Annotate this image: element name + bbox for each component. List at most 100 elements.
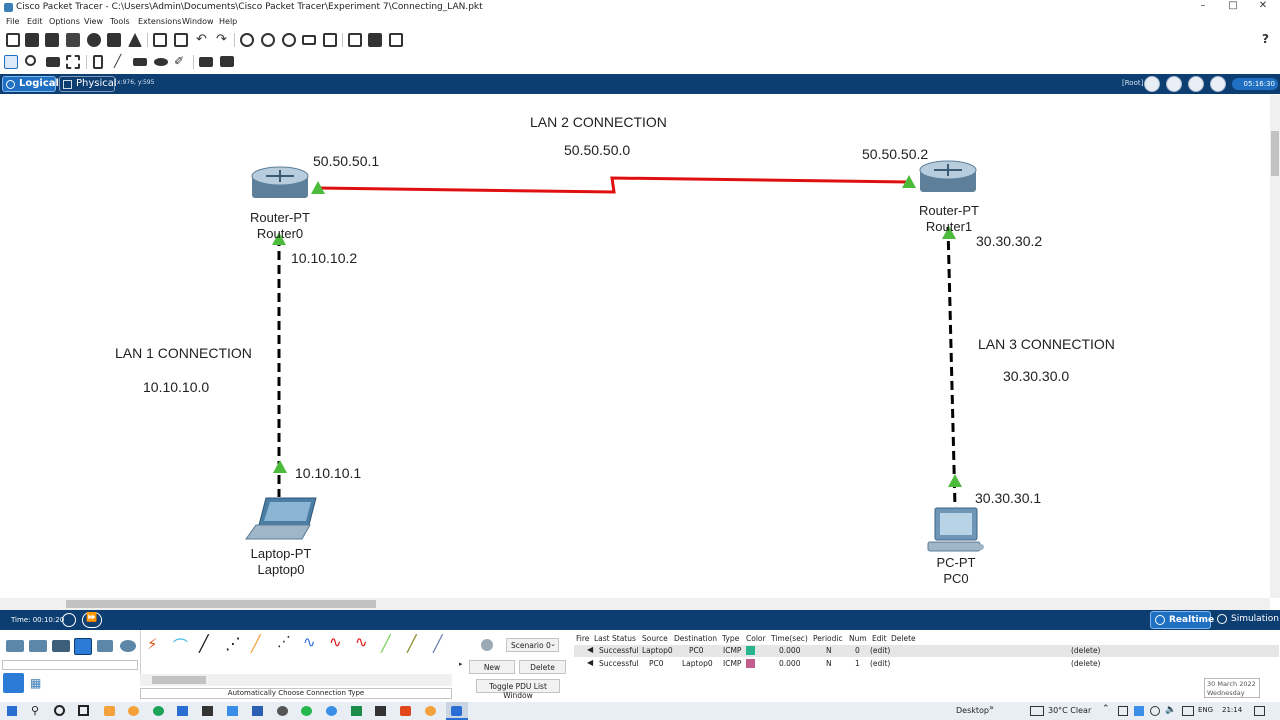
menu-edit[interactable]: Edit [27, 17, 43, 26]
pc0-icon[interactable] [927, 507, 984, 552]
new-scenario-button[interactable]: New [469, 660, 515, 674]
table-row[interactable]: ◀ Successful Laptop0 PC0 ICMP 0.000 N 0 … [574, 645, 1279, 657]
router1-icon[interactable] [919, 160, 977, 192]
search-icon[interactable]: ⚲ [31, 704, 39, 717]
laptop0-icon[interactable] [245, 497, 317, 540]
inspect-tool-icon[interactable] [25, 55, 36, 66]
notifications-icon[interactable] [1254, 706, 1265, 716]
tab-physical[interactable]: Physical [59, 76, 117, 92]
minimize-button[interactable]: – [1188, 0, 1218, 16]
tray-icon-2[interactable] [1134, 706, 1144, 716]
iot-custom-cable-icon[interactable]: ╱ [407, 634, 417, 653]
simulation-mode-button[interactable]: Simulation [1213, 611, 1279, 629]
power-cycle-icon[interactable] [62, 613, 76, 627]
scenario-info-icon[interactable] [481, 639, 493, 651]
console-cable-icon[interactable]: ⌒ [173, 635, 188, 656]
draw-line-icon[interactable]: ╱ [114, 54, 121, 68]
packet-tracer-taskbar-button[interactable] [446, 702, 468, 720]
add-simple-pdu-icon[interactable] [199, 57, 213, 67]
chrome-icon[interactable] [153, 706, 164, 716]
delete-tool-icon[interactable] [46, 57, 60, 67]
app-icon-6[interactable] [326, 706, 337, 716]
print-icon[interactable] [66, 33, 80, 47]
file-explorer-icon[interactable] [177, 706, 188, 716]
network-info-icon[interactable] [368, 33, 382, 47]
zoom-in-icon[interactable] [240, 33, 254, 47]
tab-logical[interactable]: Logical [2, 76, 59, 92]
vertical-scroll-thumb[interactable] [1271, 131, 1279, 176]
save-icon[interactable] [45, 33, 59, 47]
taskbar-clock[interactable]: 21:14 [1222, 706, 1242, 714]
pdu-edit-link[interactable]: (edit) [870, 659, 890, 668]
menu-tools[interactable]: Tools [110, 17, 130, 26]
router1-label[interactable]: Router-PT Router1 [909, 203, 989, 235]
serial-link-r0-r1[interactable] [317, 176, 911, 194]
zoom-reset-icon[interactable] [261, 33, 275, 47]
menu-file[interactable]: File [6, 17, 19, 26]
whatsapp-icon[interactable] [301, 706, 312, 716]
connection-scroll-thumb[interactable] [152, 676, 206, 684]
paste-icon[interactable] [174, 33, 188, 47]
back-icon[interactable] [1144, 76, 1160, 92]
pc0-label[interactable]: PC-PT PC0 [916, 555, 996, 587]
copy-icon[interactable] [153, 33, 167, 47]
desktop-chevron-icon[interactable]: » [989, 703, 994, 712]
maximize-button[interactable]: □ [1218, 0, 1248, 16]
close-button[interactable]: ✕ [1248, 0, 1278, 16]
copper-cross-over-icon[interactable]: ⋰ [225, 634, 241, 653]
activity-wizard-icon[interactable] [128, 33, 142, 47]
connections-subcategory-icon[interactable] [3, 673, 24, 693]
add-complex-pdu-icon[interactable] [220, 56, 234, 67]
place-note-icon[interactable] [93, 55, 103, 69]
app-icon-1[interactable] [104, 706, 115, 716]
weather-text[interactable]: 30°C Clear [1048, 706, 1091, 715]
task-view-icon[interactable] [78, 705, 89, 716]
cloud-cluster-icon[interactable] [1166, 76, 1182, 92]
app-icon-4[interactable] [227, 706, 238, 716]
zoom-out-icon[interactable] [282, 33, 296, 47]
app-icon-5[interactable] [277, 706, 288, 716]
open-folder-icon[interactable] [25, 33, 39, 47]
pdu-edit-link[interactable]: (edit) [870, 646, 890, 655]
horizontal-scroll-thumb[interactable] [66, 600, 376, 608]
fast-forward-icon[interactable]: ⏩ [82, 612, 102, 628]
windows-start-icon[interactable] [7, 706, 17, 716]
app-icon-8[interactable] [375, 706, 386, 716]
serial-dce-icon[interactable]: ∿ [329, 633, 342, 651]
logical-workspace[interactable]: LAN 2 CONNECTION 50.50.50.0 LAN 1 CONNEC… [0, 95, 1270, 598]
desktop-toolbar[interactable]: Desktop [956, 706, 989, 715]
menu-help[interactable]: Help [219, 17, 237, 26]
toggle-pdu-list-button[interactable]: Toggle PDU List Window [476, 679, 560, 700]
ethernet-link-r1-pc0[interactable] [946, 226, 957, 508]
freeform-icon[interactable]: ✐ [174, 54, 184, 68]
collapse-arrow-icon[interactable]: ▸ [459, 660, 466, 670]
volume-icon[interactable]: 🔈 [1165, 705, 1176, 715]
pdu-delete-link[interactable]: (delete) [1071, 659, 1100, 668]
fire-marker-icon[interactable]: ◀ [587, 645, 593, 654]
custom-device-icon[interactable] [107, 33, 121, 47]
connection-scrollbar[interactable] [140, 674, 452, 686]
tray-chevron-icon[interactable]: ⌃ [1102, 704, 1110, 714]
menu-extensions[interactable]: Extensions [138, 17, 181, 26]
menu-options[interactable]: Options [49, 17, 80, 26]
table-row[interactable]: ◀ Successful PC0 Laptop0 ICMP 0.000 N 1 … [574, 658, 1279, 670]
router0-label[interactable]: Router-PT Router0 [240, 210, 320, 242]
info-icon[interactable] [87, 33, 101, 47]
word-icon[interactable] [252, 706, 263, 716]
brave-icon[interactable] [400, 706, 411, 716]
auto-connection-icon[interactable]: ⚡ [147, 635, 158, 653]
coaxial-icon[interactable]: ∿ [303, 633, 316, 651]
weather-icon[interactable] [1030, 706, 1044, 716]
environment-icon[interactable] [1210, 76, 1226, 92]
cortana-icon[interactable] [54, 705, 65, 716]
help-icon[interactable]: ? [1262, 32, 1269, 46]
delete-scenario-button[interactable]: Delete [519, 660, 566, 674]
language-indicator[interactable]: ENG [1198, 706, 1213, 714]
resize-shape-icon[interactable] [66, 55, 80, 69]
miscellaneous-icon[interactable] [97, 640, 113, 652]
fiber-icon[interactable]: ╱ [251, 634, 261, 653]
connections-icon[interactable] [74, 638, 92, 655]
octal-cable-icon[interactable]: ╱ [381, 634, 391, 653]
pdu-delete-link[interactable]: (delete) [1071, 646, 1100, 655]
laptop0-label[interactable]: Laptop-PT Laptop0 [236, 546, 326, 578]
